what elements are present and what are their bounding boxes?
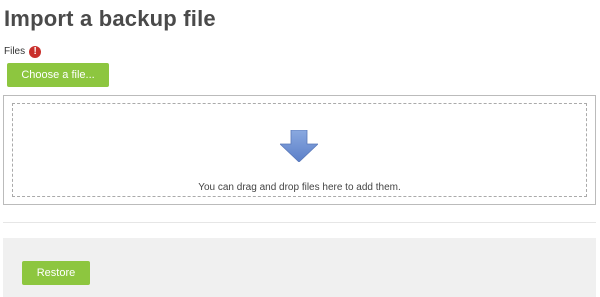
file-dropzone-inner[interactable]: You can drag and drop files here to add …	[12, 103, 587, 197]
choose-file-button[interactable]: Choose a file...	[7, 63, 109, 87]
divider	[3, 222, 596, 223]
arrow-down-icon	[280, 130, 318, 162]
file-dropzone[interactable]: You can drag and drop files here to add …	[3, 95, 596, 205]
page-title: Import a backup file	[4, 6, 216, 31]
form-footer: Restore	[3, 238, 596, 297]
required-icon: !	[29, 46, 42, 58]
files-field-label-row: Files !	[4, 45, 42, 59]
files-label: Files	[4, 46, 26, 57]
drop-hint-text: You can drag and drop files here to add …	[198, 182, 401, 193]
restore-button[interactable]: Restore	[22, 261, 90, 285]
